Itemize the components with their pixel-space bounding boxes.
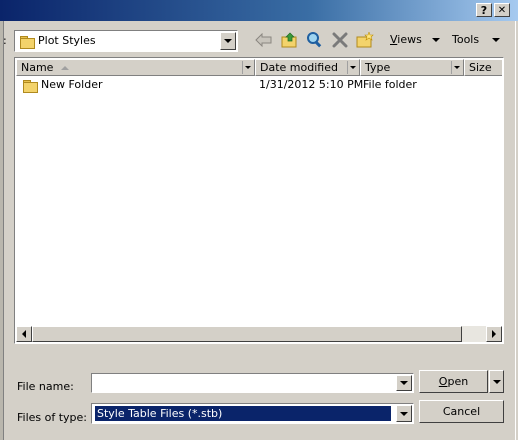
- look-in-combo[interactable]: Plot Styles: [14, 30, 238, 52]
- cancel-button-label: Cancel: [442, 405, 481, 418]
- column-header-size[interactable]: Size: [464, 59, 502, 76]
- arrow-left-icon: [22, 330, 26, 338]
- scroll-left-button[interactable]: [16, 326, 32, 342]
- column-filter-name[interactable]: [242, 61, 253, 74]
- files-of-type-label: Files of type:: [17, 411, 88, 424]
- row-name: New Folder: [41, 78, 103, 91]
- open-options-button[interactable]: [489, 370, 504, 393]
- open-button[interactable]: Open: [419, 370, 488, 393]
- chevron-down-icon: [350, 66, 356, 69]
- search-icon: [307, 32, 322, 48]
- views-dropdown-icon[interactable]: [432, 38, 440, 42]
- new-folder-button[interactable]: [355, 30, 375, 50]
- chevron-down-icon: [400, 411, 408, 416]
- help-icon: ?: [480, 3, 488, 17]
- file-list[interactable]: Name Date modified Type Size New Folder …: [14, 57, 504, 344]
- delete-button[interactable]: [330, 30, 350, 50]
- chevron-down-icon: [400, 381, 408, 385]
- folder-icon: [20, 35, 35, 49]
- back-button[interactable]: [254, 30, 274, 50]
- close-icon: ✕: [497, 4, 507, 16]
- tools-menu[interactable]: Tools: [452, 33, 479, 46]
- files-of-type-select[interactable]: Style Table Files (*.stb): [91, 403, 414, 424]
- close-button[interactable]: ✕: [494, 3, 510, 17]
- chevron-down-icon: [454, 66, 460, 69]
- files-of-type-dropdown-button[interactable]: [396, 405, 412, 422]
- look-in-colon: :: [3, 34, 7, 47]
- column-header-date-modified[interactable]: Date modified: [255, 59, 360, 76]
- back-arrow-icon: [255, 33, 272, 47]
- scroll-right-button[interactable]: [486, 326, 502, 342]
- places-bar-edge: [0, 21, 4, 440]
- arrow-right-icon: [492, 330, 496, 338]
- column-header-name[interactable]: Name: [16, 59, 255, 76]
- open-button-label: Open: [438, 375, 469, 388]
- folder-icon: [23, 79, 38, 93]
- row-date-modified: 1/31/2012 5:10 PM: [259, 78, 364, 91]
- title-bar: ? ✕: [0, 0, 518, 21]
- scroll-thumb[interactable]: [32, 326, 462, 342]
- chevron-down-icon: [492, 379, 501, 384]
- up-folder-icon: [281, 32, 297, 48]
- look-in-value: Plot Styles: [38, 34, 96, 47]
- horizontal-scrollbar[interactable]: [16, 326, 502, 342]
- row-type: File folder: [363, 78, 417, 91]
- tools-dropdown-icon[interactable]: [492, 38, 500, 42]
- table-row[interactable]: New Folder 1/31/2012 5:10 PM File folder: [16, 77, 502, 93]
- sort-ascending-icon: [61, 66, 70, 70]
- views-menu[interactable]: Views: [390, 33, 422, 46]
- file-name-label: File name:: [17, 380, 74, 393]
- delete-icon: [332, 32, 348, 48]
- column-header-type[interactable]: Type: [360, 59, 464, 76]
- look-in-dropdown-button[interactable]: [220, 32, 236, 50]
- files-of-type-value: Style Table Files (*.stb): [95, 406, 391, 421]
- chevron-down-icon: [245, 66, 251, 69]
- new-folder-icon: [356, 32, 374, 48]
- help-button[interactable]: ?: [476, 3, 492, 17]
- file-name-dropdown-button[interactable]: [396, 375, 412, 391]
- column-filter-type[interactable]: [451, 61, 462, 74]
- chevron-down-icon: [224, 39, 232, 43]
- file-name-field[interactable]: [91, 373, 414, 393]
- cancel-button[interactable]: Cancel: [419, 400, 504, 423]
- file-list-header: Name Date modified Type Size: [16, 59, 502, 76]
- column-filter-date-modified[interactable]: [347, 61, 358, 74]
- search-web-button[interactable]: [305, 30, 325, 50]
- up-folder-button[interactable]: [280, 30, 300, 50]
